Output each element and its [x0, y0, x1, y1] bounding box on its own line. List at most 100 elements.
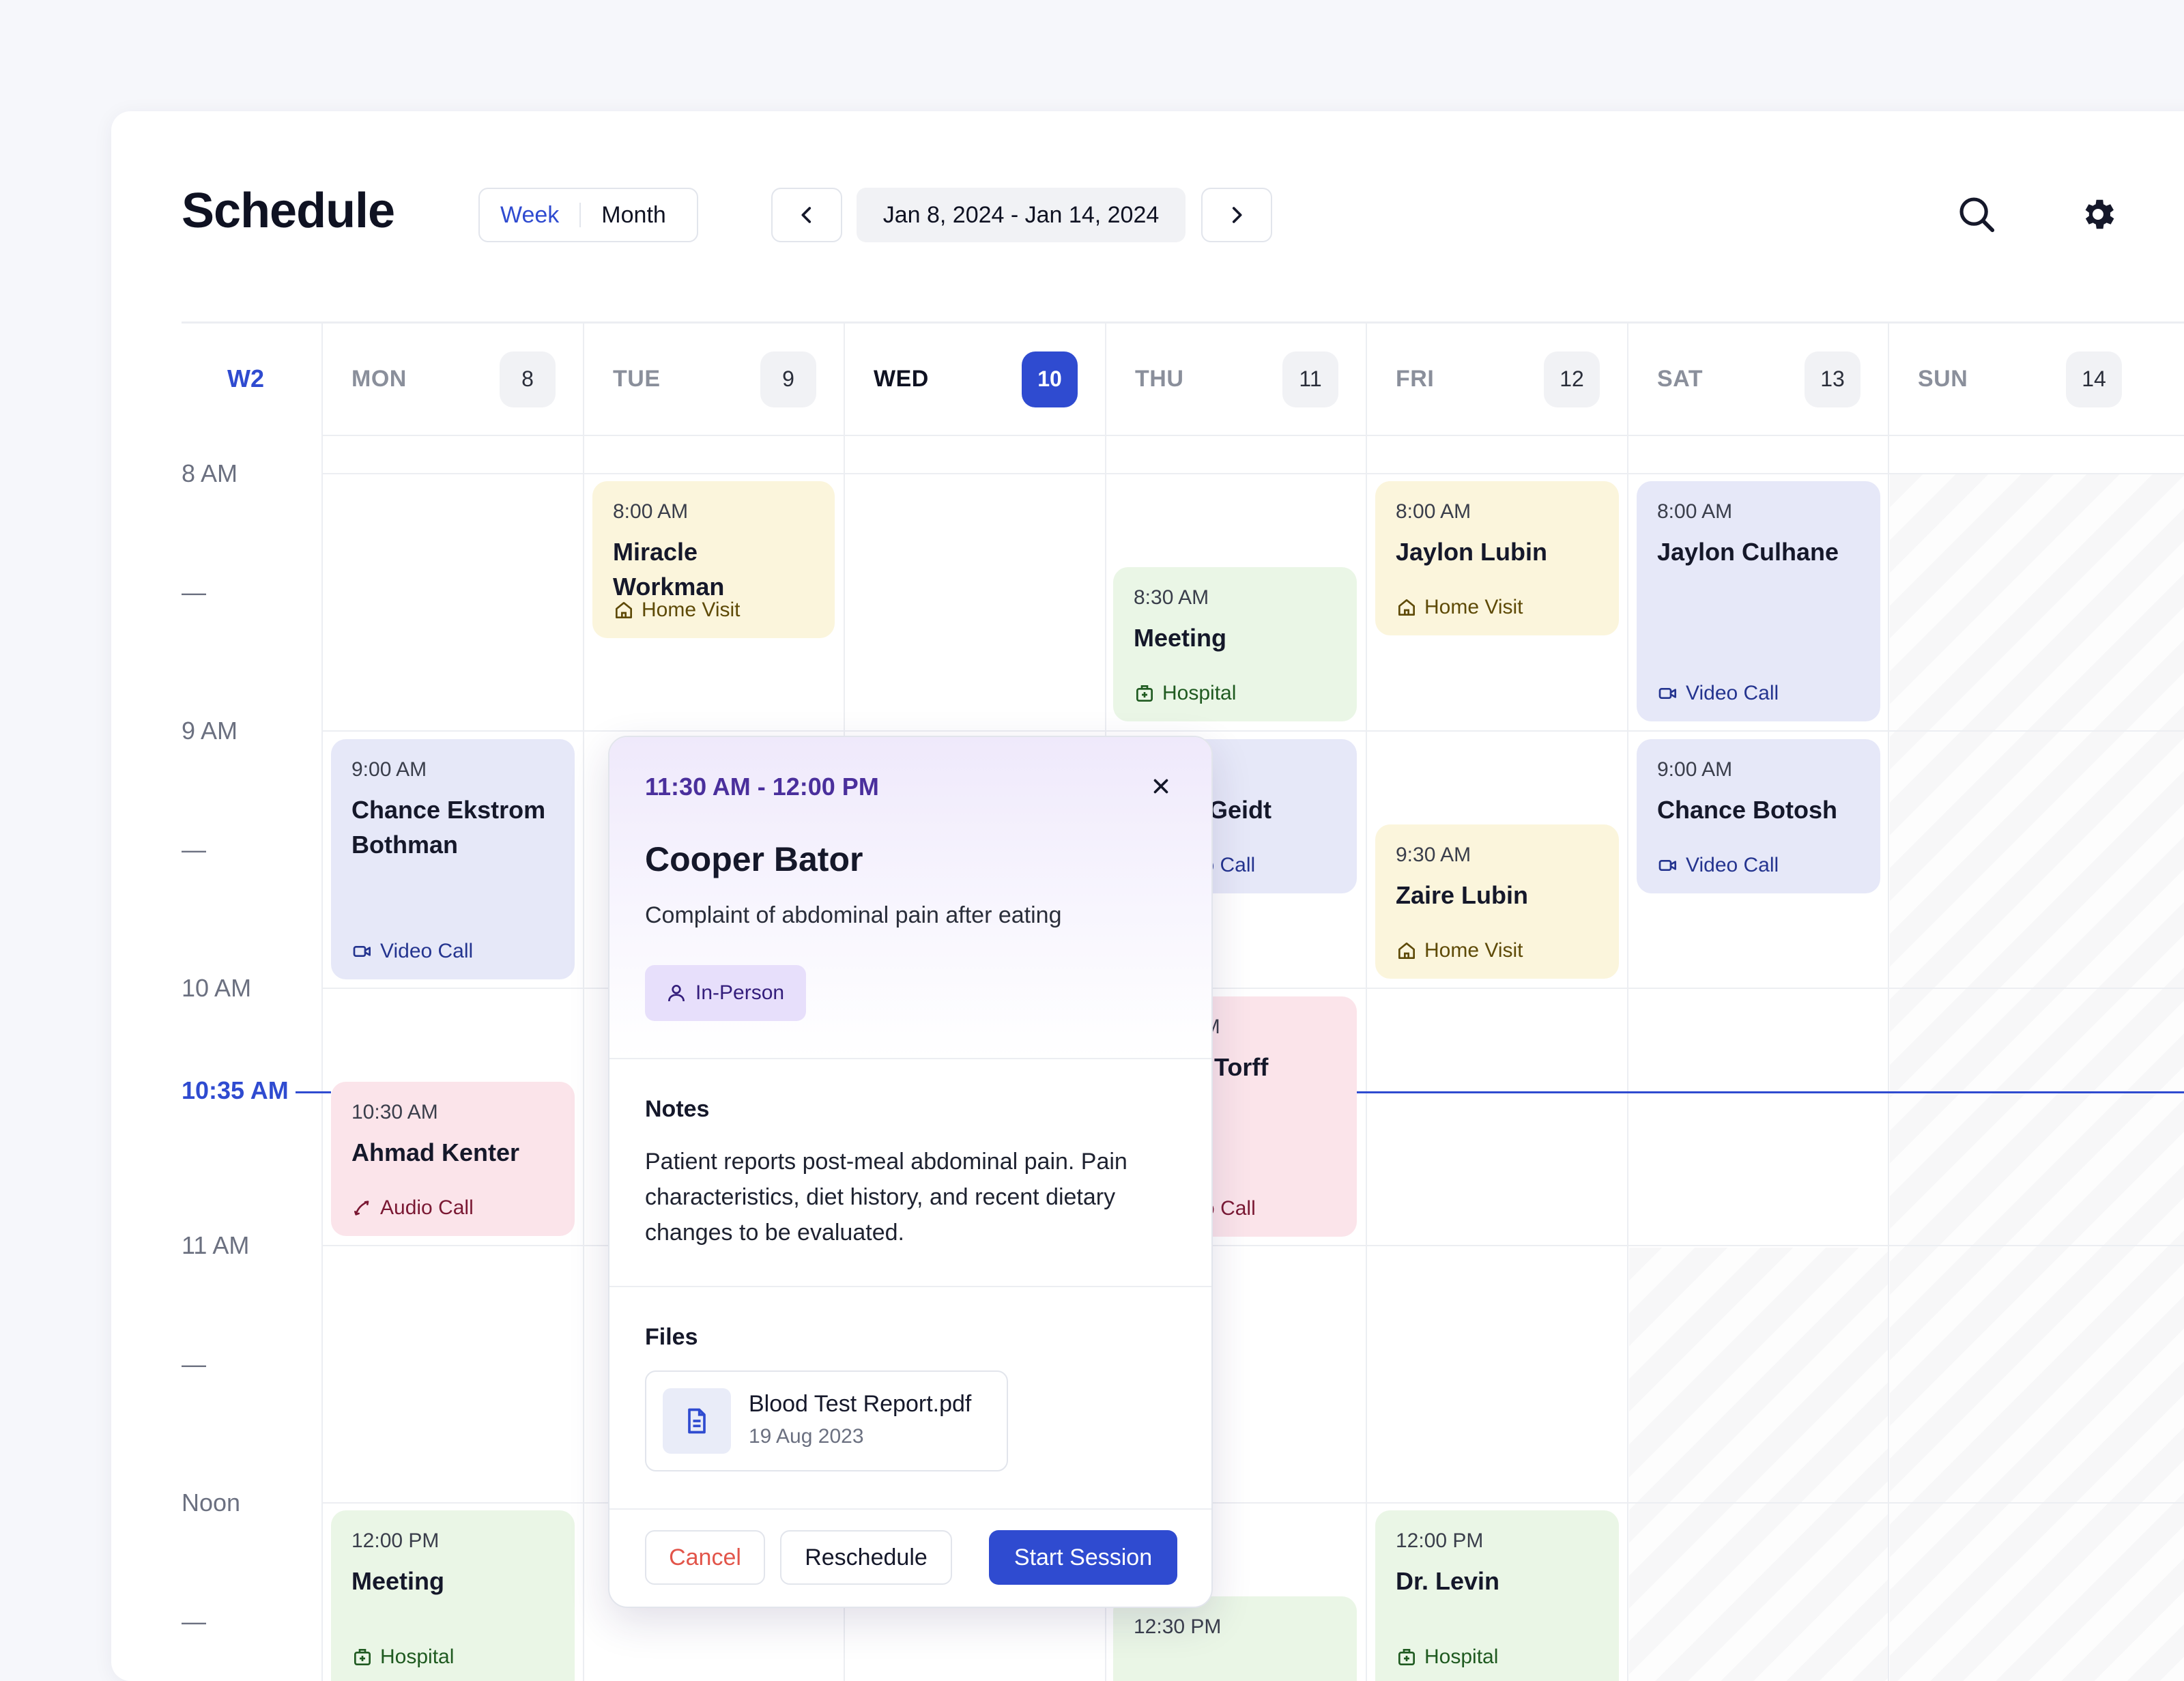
- popover-time: 11:30 AM - 12:00 PM: [645, 773, 879, 801]
- day-name: THU: [1135, 366, 1184, 392]
- event-card[interactable]: 8:00 AM Jaylon Culhane Video Call: [1637, 481, 1880, 721]
- day-header-mon[interactable]: MON 8: [323, 324, 583, 435]
- next-week-button[interactable]: [1201, 188, 1272, 242]
- grid-header-border: [323, 435, 2184, 436]
- file-name: Blood Test Report.pdf: [749, 1391, 972, 1417]
- hospital-icon: [1396, 1646, 1418, 1668]
- day-number: 13: [1805, 351, 1860, 407]
- day-header-tue[interactable]: TUE 9: [584, 324, 844, 435]
- home-icon: [613, 599, 635, 621]
- schedule-card: Schedule Week Month Jan 8, 2024 - Jan 14…: [111, 111, 2184, 1681]
- view-month-option[interactable]: Month: [581, 188, 687, 242]
- phone-icon: [351, 1197, 373, 1219]
- file-icon-box: [663, 1388, 731, 1454]
- day-number: 9: [760, 351, 816, 407]
- video-icon: [1657, 854, 1679, 876]
- event-type-label: Video Call: [380, 940, 474, 962]
- day-number: 11: [1282, 351, 1338, 407]
- notes-heading: Notes: [645, 1096, 710, 1122]
- time-label: 8 AM: [182, 459, 238, 487]
- unavailable-sunday: [1890, 474, 2184, 1681]
- file-date: 19 Aug 2023: [749, 1425, 864, 1448]
- event-name: Jaylon Culhane: [1657, 538, 1839, 566]
- half-hour-marker: —: [182, 578, 206, 606]
- event-card[interactable]: 8:00 AM Miracle Workman Home Visit: [592, 481, 835, 638]
- page-title: Schedule: [182, 184, 395, 238]
- user-icon: [668, 985, 685, 1002]
- day-number: 12: [1544, 351, 1600, 407]
- event-name: Jaylon Lubin: [1396, 538, 1548, 566]
- event-name: Chance Ekstrom Bothman: [351, 796, 546, 859]
- event-card[interactable]: 12:00 PM Dr. Levin Hospital: [1375, 1510, 1619, 1681]
- event-type: Hospital: [351, 1646, 454, 1669]
- reschedule-button[interactable]: Reschedule: [780, 1530, 952, 1585]
- chevron-right-icon: [1232, 207, 1242, 223]
- event-type: Video Call: [351, 940, 473, 963]
- grid-hour-line: [323, 730, 2184, 732]
- event-card[interactable]: 9:00 AM Chance Ekstrom Bothman Video Cal…: [331, 739, 575, 979]
- video-icon: [351, 940, 373, 962]
- event-name: Chance Botosh: [1657, 796, 1838, 824]
- event-card[interactable]: 12:00 PM Meeting Hospital: [331, 1510, 575, 1681]
- event-time: 10:30 AM: [351, 1101, 438, 1123]
- event-type: Video Call: [1657, 682, 1779, 705]
- event-time: 9:00 AM: [1657, 758, 1733, 781]
- view-toggle: Week Month: [478, 188, 698, 242]
- event-type: Hospital: [1396, 1646, 1498, 1669]
- file-attachment[interactable]: Blood Test Report.pdf 19 Aug 2023: [645, 1370, 1008, 1471]
- event-card[interactable]: 9:00 AM Chance Botosh Video Call: [1637, 739, 1880, 893]
- chevron-left-icon: [801, 207, 811, 223]
- time-label: 10 AM: [182, 974, 252, 1002]
- day-header-sun[interactable]: SUN 14: [1889, 324, 2149, 435]
- event-name: Meeting: [1134, 624, 1227, 652]
- event-type: Video Call: [1657, 854, 1779, 877]
- event-time: 8:00 AM: [1396, 500, 1471, 523]
- event-name: Miracle Workman: [613, 538, 725, 601]
- day-header-fri[interactable]: FRI 12: [1367, 324, 1627, 435]
- half-hour-marker: —: [182, 1350, 206, 1378]
- event-card[interactable]: 12:30 PM: [1113, 1596, 1357, 1681]
- event-type-label: Home Visit: [1424, 596, 1523, 618]
- event-name: Dr. Levin: [1396, 1567, 1500, 1595]
- close-popover-button[interactable]: [1145, 770, 1177, 803]
- day-header-thu[interactable]: THU 11: [1106, 324, 1366, 435]
- day-name: MON: [351, 366, 407, 392]
- day-header-sat[interactable]: SAT 13: [1628, 324, 1888, 435]
- grid-column-line: [1627, 324, 1628, 1681]
- event-card[interactable]: 8:00 AM Jaylon Lubin Home Visit: [1375, 481, 1619, 635]
- appointment-popover: 11:30 AM - 12:00 PM Cooper Bator Complai…: [608, 736, 1213, 1608]
- event-type: Home Visit: [1396, 939, 1523, 962]
- event-type-label: Audio Call: [380, 1196, 474, 1219]
- event-card[interactable]: 10:30 AM Ahmad Kenter Audio Call: [331, 1082, 575, 1236]
- view-week-option[interactable]: Week: [480, 188, 579, 242]
- start-session-button[interactable]: Start Session: [989, 1530, 1177, 1585]
- grid-column-line: [1888, 324, 1889, 1681]
- notes-text: Patient reports post-meal abdominal pain…: [645, 1149, 1127, 1246]
- event-card[interactable]: 9:30 AM Zaire Lubin Home Visit: [1375, 824, 1619, 979]
- grid-hour-line: [323, 1245, 2184, 1246]
- event-type: Audio Call: [351, 1196, 474, 1220]
- event-type-label: Video Call: [1686, 854, 1779, 876]
- grid-column-line: [321, 324, 323, 1681]
- event-time: 9:00 AM: [351, 758, 427, 781]
- settings-button[interactable]: [2075, 192, 2121, 237]
- event-type-label: Hospital: [1424, 1646, 1499, 1668]
- event-card[interactable]: 8:30 AM Meeting Hospital: [1113, 567, 1357, 721]
- search-button[interactable]: [1954, 192, 1999, 237]
- prev-week-button[interactable]: [771, 188, 842, 242]
- day-name: SUN: [1918, 366, 1968, 392]
- cancel-button[interactable]: Cancel: [645, 1530, 765, 1585]
- popover-divider: [609, 1286, 1211, 1287]
- event-time: 12:30 PM: [1134, 1615, 1222, 1638]
- time-label: 11 AM: [182, 1231, 250, 1259]
- gear-icon: [2085, 199, 2114, 229]
- date-range[interactable]: Jan 8, 2024 - Jan 14, 2024: [857, 188, 1186, 242]
- event-time: 8:30 AM: [1134, 586, 1209, 609]
- event-type-label: Home Visit: [1424, 939, 1523, 962]
- event-type-label: Home Visit: [642, 599, 741, 621]
- search-icon: [1959, 197, 1995, 233]
- day-header-wed[interactable]: WED 10: [845, 324, 1105, 435]
- appointment-type-badge: In-Person: [645, 965, 807, 1021]
- event-type-label: Video Call: [1686, 682, 1779, 704]
- unavailable-saturday-afternoon: [1629, 1248, 1889, 1681]
